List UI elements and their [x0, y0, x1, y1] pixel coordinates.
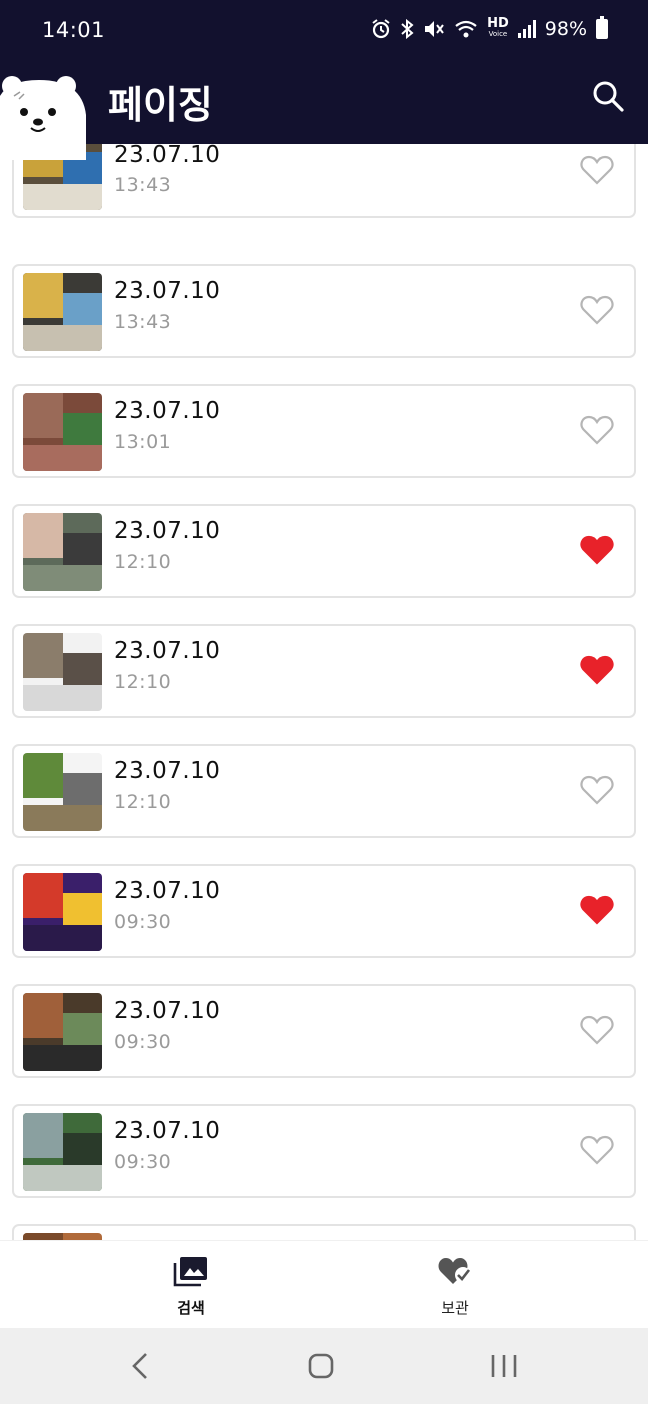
hd-voice-indicator: HD Voice — [487, 16, 509, 38]
image-list[interactable]: 23.07.10 13:43 23.07.10 13:43 23.07.10 1… — [0, 144, 648, 1240]
bluetooth-icon — [401, 19, 414, 39]
thumbnail-image[interactable] — [23, 633, 102, 711]
system-navigation-bar — [0, 1328, 648, 1404]
item-time: 13:43 — [114, 174, 172, 196]
item-time: 12:10 — [114, 791, 172, 813]
favorite-heart-icon[interactable] — [580, 414, 614, 446]
item-date: 23.07.10 — [114, 1118, 221, 1144]
item-date: 23.07.10 — [114, 878, 221, 904]
thumbnail-image[interactable] — [23, 1233, 102, 1240]
bear-mascot-icon — [0, 76, 86, 160]
thumbnail-image[interactable] — [23, 993, 102, 1071]
nav-tab-saved[interactable]: 보관 — [405, 1255, 505, 1318]
item-date: 23.07.10 — [114, 638, 221, 664]
list-item[interactable]: 23.07.10 09:30 — [12, 984, 636, 1078]
item-date: 23.07.10 — [114, 998, 221, 1024]
item-date: 23.07.10 — [114, 144, 221, 168]
wifi-icon — [455, 20, 477, 38]
status-icons: HD Voice 98% — [371, 16, 608, 40]
favorite-heart-icon[interactable] — [580, 774, 614, 806]
favorite-heart-icon[interactable] — [580, 294, 614, 326]
item-date: 23.07.10 — [114, 518, 221, 544]
status-time: 14:01 — [42, 18, 106, 42]
list-item[interactable]: 23.07.10 09:30 — [12, 1104, 636, 1198]
favorite-heart-icon[interactable] — [580, 654, 614, 686]
favorite-heart-icon[interactable] — [580, 894, 614, 926]
list-item[interactable]: 23.07.10 13:43 — [12, 264, 636, 358]
item-time: 12:10 — [114, 671, 172, 693]
bottom-navigation: 검색 보관 — [0, 1240, 648, 1328]
mute-icon — [425, 21, 444, 37]
home-icon[interactable] — [303, 1350, 339, 1382]
item-date: 23.07.10 — [114, 758, 221, 784]
battery-percent: 98% — [544, 18, 587, 40]
item-time: 13:43 — [114, 311, 172, 333]
thumbnail-image[interactable] — [23, 753, 102, 831]
page-title: 페이징 — [108, 83, 213, 127]
list-item[interactable]: 23.07.10 12:10 — [12, 504, 636, 598]
nav-saved-label: 보관 — [441, 1299, 469, 1317]
item-time: 13:01 — [114, 431, 172, 453]
list-item[interactable]: 23.07.10 13:43 — [12, 144, 636, 218]
thumbnail-image[interactable] — [23, 393, 102, 471]
item-time: 09:30 — [114, 1151, 172, 1173]
item-date: 23.07.10 — [114, 278, 221, 304]
favorite-heart-icon[interactable] — [580, 154, 614, 186]
alarm-icon — [372, 19, 390, 39]
battery-icon — [596, 16, 608, 39]
status-bar: 14:01 HD Voice 98% — [0, 0, 648, 62]
thumbnail-image[interactable] — [23, 513, 102, 591]
favorite-heart-icon[interactable] — [580, 534, 614, 566]
heart-check-icon — [438, 1258, 471, 1284]
favorite-heart-icon[interactable] — [580, 1014, 614, 1046]
list-item[interactable]: 23.07.10 09:30 — [12, 864, 636, 958]
search-icon[interactable] — [588, 76, 628, 116]
recent-apps-icon[interactable] — [486, 1350, 522, 1382]
photo-library-icon — [173, 1257, 207, 1287]
item-date: 23.07.10 — [114, 398, 221, 424]
list-item[interactable] — [12, 1224, 636, 1240]
thumbnail-image[interactable] — [23, 1113, 102, 1191]
app-bar: 페이징 — [0, 62, 648, 144]
item-time: 09:30 — [114, 911, 172, 933]
nav-tab-search[interactable]: 검색 — [141, 1255, 241, 1318]
back-icon[interactable] — [122, 1350, 158, 1382]
favorite-heart-icon[interactable] — [580, 1134, 614, 1166]
list-item[interactable]: 23.07.10 12:10 — [12, 624, 636, 718]
list-item[interactable]: 23.07.10 13:01 — [12, 384, 636, 478]
nav-search-label: 검색 — [177, 1299, 205, 1317]
thumbnail-image[interactable] — [23, 873, 102, 951]
item-time: 09:30 — [114, 1031, 172, 1053]
thumbnail-image[interactable] — [23, 273, 102, 351]
signal-icon — [517, 20, 536, 38]
list-item[interactable]: 23.07.10 12:10 — [12, 744, 636, 838]
item-time: 12:10 — [114, 551, 172, 573]
